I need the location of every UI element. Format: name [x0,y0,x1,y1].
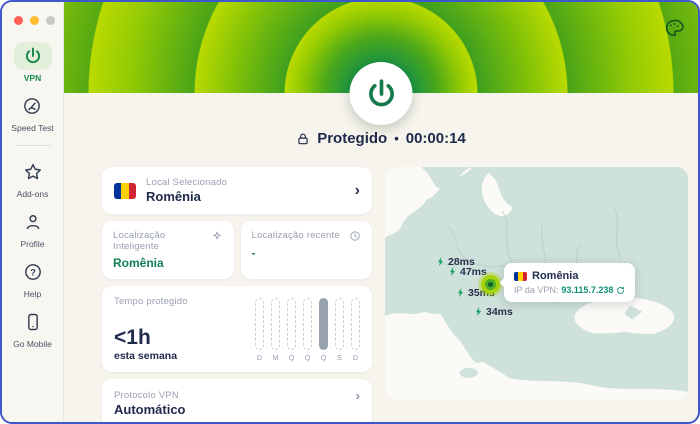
phone-icon [14,308,52,336]
tooltip-country: Romênia [532,270,578,282]
chart-day-label: Q [289,353,295,362]
chart-day-label: Q [305,353,311,362]
status-label: Protegido [317,130,387,147]
recent-location-label: Localização recente [252,230,340,241]
ping-marker: 34ms [473,305,513,318]
selected-location-value: Romênia [146,189,227,204]
smart-location-value: Romênia [113,256,223,270]
lock-icon [296,132,310,146]
sidebar-item-label: Help [24,289,41,299]
status-timer: 00:00:14 [406,130,466,147]
palette-icon[interactable] [663,17,685,39]
sidebar: VPN Speed Test Add-ons Profile ? He [2,2,64,422]
ping-latency: 47ms [460,266,487,278]
selected-location-card[interactable]: Local Selecionado Romênia › [102,167,372,214]
chart-day-label: Q [321,353,327,362]
chevron-right-icon: › [356,389,360,402]
chart-day-label: D [353,353,358,362]
chart-bar [255,298,264,350]
sidebar-item-label: Profile [20,239,44,249]
chart-bar [287,298,296,350]
ping-latency: 34ms [486,306,513,318]
connected-location-dot[interactable] [481,275,500,294]
lightning-icon [435,255,446,268]
sidebar-divider [15,145,51,146]
romania-flag-icon [114,183,136,199]
chart-day-label: D [257,353,262,362]
ping-marker: 47ms [447,265,487,278]
sidebar-item-label: Go Mobile [13,339,52,349]
tooltip-ip-value: 93.115.7.238 [561,285,613,295]
protected-time-chart: D M Q Q Q S D [255,296,360,362]
power-icon [14,42,52,70]
lightning-icon [473,305,484,318]
sidebar-item-label: VPN [24,73,41,83]
star-icon [14,158,52,186]
vpn-protocol-label: Protocolo VPN [114,390,179,401]
selected-location-label: Local Selecionado [146,177,227,188]
refresh-icon[interactable] [616,286,625,295]
chart-bar [303,298,312,350]
chart-day-label: S [337,353,342,362]
smart-location-label: Localização Inteligente [113,230,207,252]
chart-bar-active [319,298,328,350]
recent-location-card[interactable]: Localização recente - [241,221,373,279]
clock-icon [349,230,361,242]
sidebar-item-add-ons[interactable]: Add-ons [14,158,52,199]
question-icon: ? [14,258,52,286]
sidebar-item-label: Add-ons [17,189,49,199]
zoom-window-button[interactable] [46,16,55,25]
sidebar-item-go-mobile[interactable]: Go Mobile [13,308,52,349]
traffic-lights [2,2,63,33]
protected-time-value: <1h [114,327,188,348]
protected-time-card: Tempo protegido <1h esta semana D M Q Q … [102,286,372,372]
chart-day-label: M [272,353,278,362]
vpn-protocol-value: Automático [114,402,360,419]
app-window: VPN Speed Test Add-ons Profile ? He [0,0,700,424]
chart-bar [335,298,344,350]
romania-flag-icon [514,272,527,281]
connection-status: Protegido • 00:00:14 [64,130,698,147]
chart-bar [271,298,280,350]
sparkle-icon [211,230,223,242]
map-card[interactable]: 28ms 47ms 35ms 34ms [385,167,688,400]
minimize-window-button[interactable] [30,16,39,25]
connection-tooltip: Romênia IP da VPN: 93.115.7.238 [504,263,635,302]
lightning-icon [447,265,458,278]
recent-location-value: - [252,246,362,260]
left-column: Local Selecionado Romênia › Localização … [102,167,372,400]
sidebar-item-vpn[interactable]: VPN [14,42,52,83]
svg-text:?: ? [30,267,36,277]
location-shortcuts-row: Localização Inteligente Romênia Localiza… [102,221,372,279]
main-area: Protegido • 00:00:14 Local Selecionado R… [64,2,698,422]
sidebar-item-label: Speed Test [11,123,53,133]
chevron-right-icon: › [355,183,360,199]
chart-bar [351,298,360,350]
protected-time-subtitle: esta semana [114,350,188,362]
status-separator: • [394,131,399,146]
lightning-icon [455,286,466,299]
tooltip-ip-label: IP da VPN: [514,285,558,295]
sidebar-item-help[interactable]: ? Help [14,258,52,299]
protected-time-label: Tempo protegido [114,296,188,307]
close-window-button[interactable] [14,16,23,25]
sidebar-item-speed-test[interactable]: Speed Test [11,92,53,133]
smart-location-card[interactable]: Localização Inteligente Romênia [102,221,234,279]
vpn-protocol-card[interactable]: Protocolo VPN › Automático [102,379,372,424]
content: Local Selecionado Romênia › Localização … [64,147,698,422]
power-icon [364,77,398,111]
speedometer-icon [13,92,51,120]
user-icon [14,208,52,236]
power-button[interactable] [350,62,413,125]
sidebar-item-profile[interactable]: Profile [14,208,52,249]
